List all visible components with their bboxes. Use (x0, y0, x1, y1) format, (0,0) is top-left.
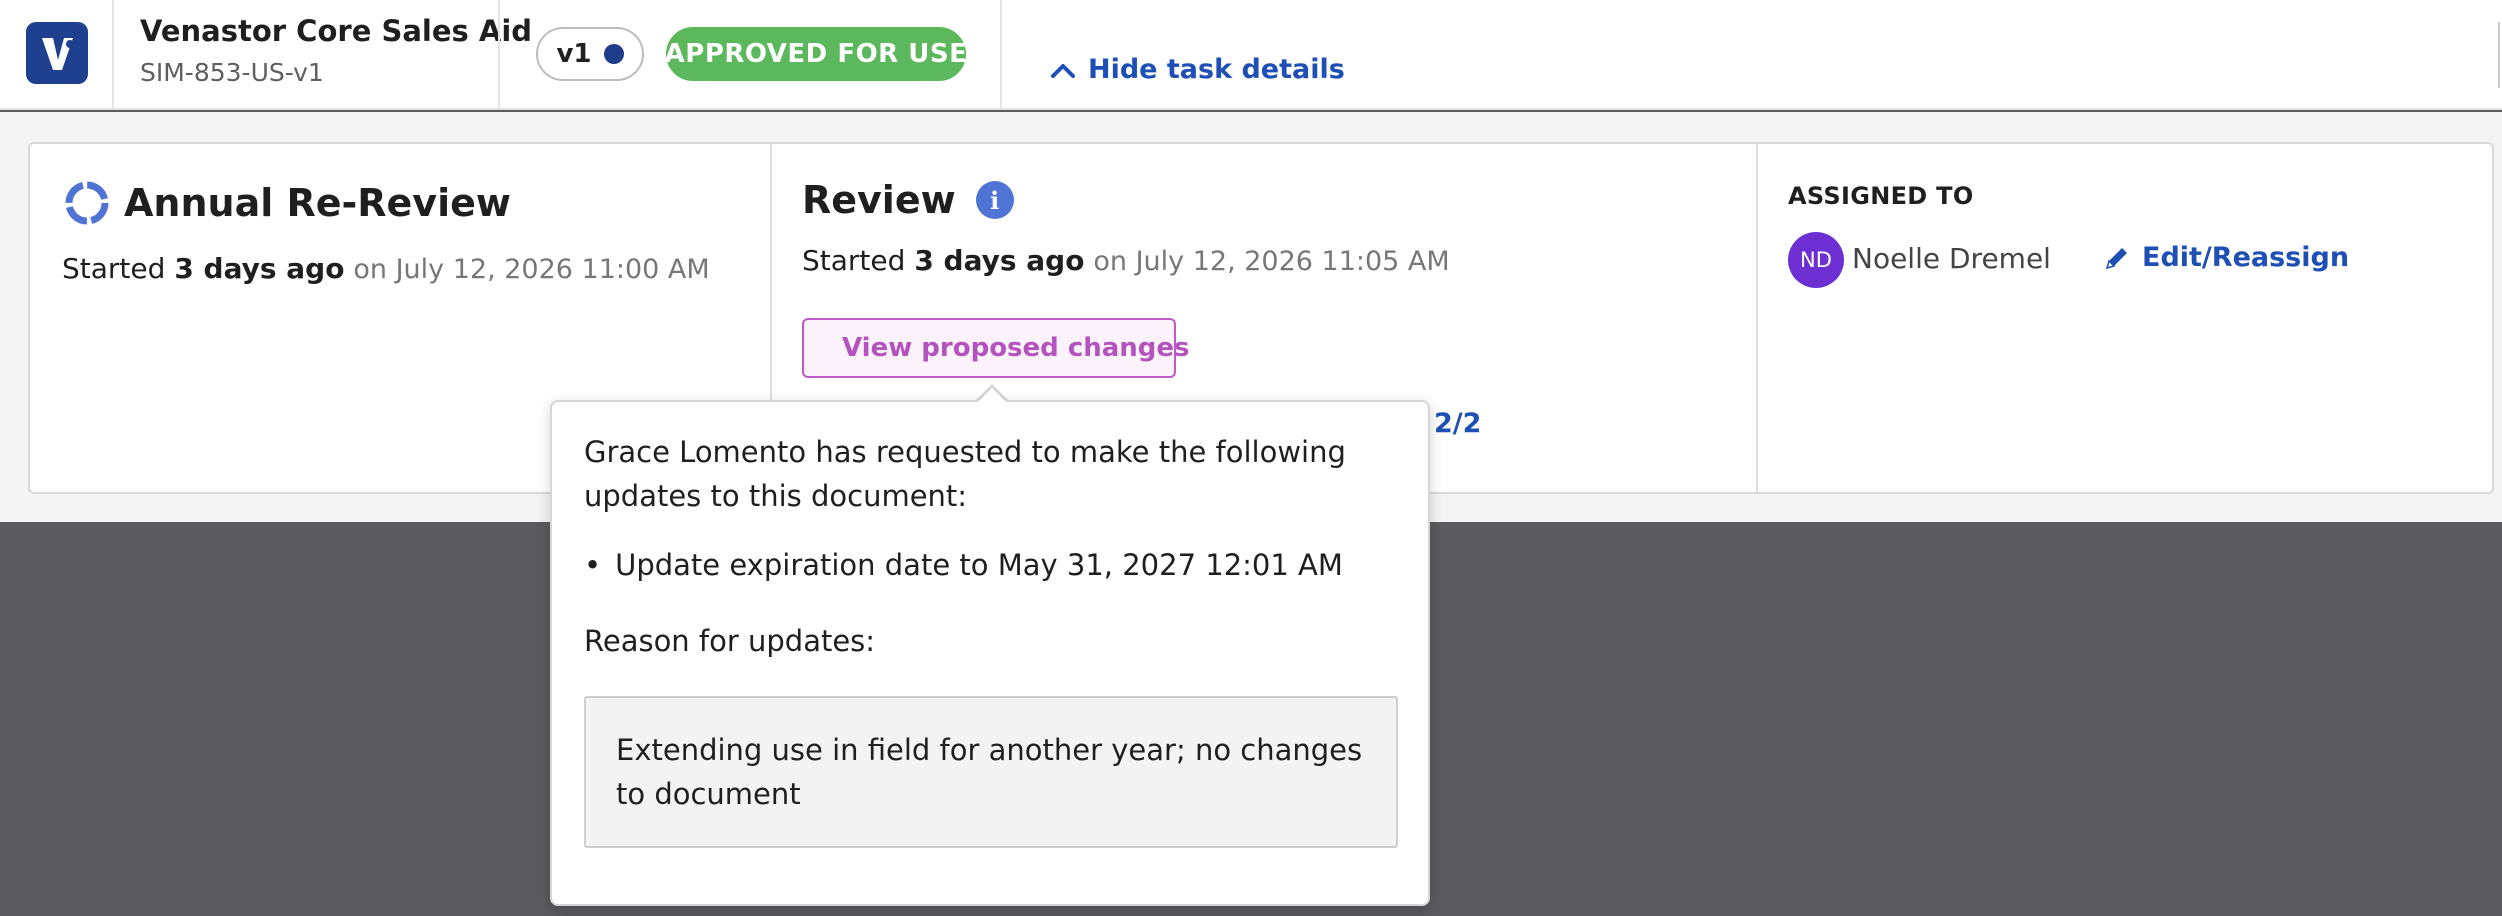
header-divider (112, 0, 114, 110)
task-title-text: Annual Re-Review (124, 181, 511, 225)
app-header: Venastor Core Sales Aid SIM-853-US-v1 v1… (0, 0, 2502, 110)
review-started-line: Started 3 days ago on July 12, 2026 11:0… (802, 244, 1450, 277)
view-proposed-changes-label: View proposed changes (842, 333, 1190, 363)
hide-task-details-label: Hide task details (1088, 54, 1345, 85)
review-started-prefix: Started (802, 244, 906, 277)
view-proposed-changes-button[interactable]: View proposed changes (802, 318, 1190, 378)
proposed-changes-popover: Grace Lomento has requested to make the … (550, 400, 1430, 906)
header-divider (498, 0, 500, 110)
assignee-name: Noelle Dremel (1852, 242, 2051, 275)
review-started-relative: 3 days ago (914, 244, 1085, 277)
venastor-logo-icon[interactable] (26, 22, 88, 84)
document-id: SIM-853-US-v1 (140, 58, 324, 87)
reason-text-box: Extending use in field for another year;… (584, 696, 1398, 848)
pencil-icon (2105, 247, 2127, 269)
list-item: • Update expiration date to May 31, 2027… (584, 548, 1343, 582)
review-title: Review i (802, 178, 1014, 222)
task-started-line: Started 3 days ago on July 12, 2026 11:0… (62, 252, 710, 285)
chevron-up-icon (1051, 63, 1075, 78)
popover-intro: Grace Lomento has requested to make the … (584, 435, 1346, 513)
review-started-date: on July 12, 2026 11:05 AM (1093, 246, 1450, 277)
status-badge: APPROVED FOR USE (665, 27, 967, 81)
version-label: v1 (556, 39, 592, 69)
card-column-divider (1756, 144, 1758, 492)
task-started-relative: 3 days ago (174, 252, 345, 285)
review-title-text: Review (802, 178, 956, 222)
list-item-text: Update expiration date to May 31, 2027 1… (615, 548, 1343, 582)
review-pager[interactable]: 2/2 (1434, 408, 1481, 439)
info-icon[interactable]: i (975, 181, 1014, 219)
reason-label: Reason for updates: (584, 624, 876, 658)
header-divider (1000, 0, 1002, 110)
circular-progress-icon (65, 181, 109, 225)
task-started-prefix: Started (62, 252, 166, 285)
task-started-date: on July 12, 2026 11:00 AM (353, 254, 710, 285)
avatar: ND (1788, 232, 1844, 288)
assigned-to-label: ASSIGNED TO (1788, 182, 1974, 210)
version-dot-icon (603, 44, 624, 64)
version-selector[interactable]: v1 (536, 27, 644, 81)
document-title: Venastor Core Sales Aid (140, 14, 533, 48)
edit-reassign-label: Edit/Reassign (2142, 242, 2350, 273)
header-edge-line (2498, 22, 2500, 88)
popover-arrow-fill (976, 388, 1008, 404)
edit-reassign-link[interactable]: Edit/Reassign (2102, 242, 2349, 273)
list-bullet: • (584, 548, 602, 582)
hide-task-details-link[interactable]: Hide task details (1050, 54, 1345, 85)
task-title: Annual Re-Review (62, 178, 511, 228)
